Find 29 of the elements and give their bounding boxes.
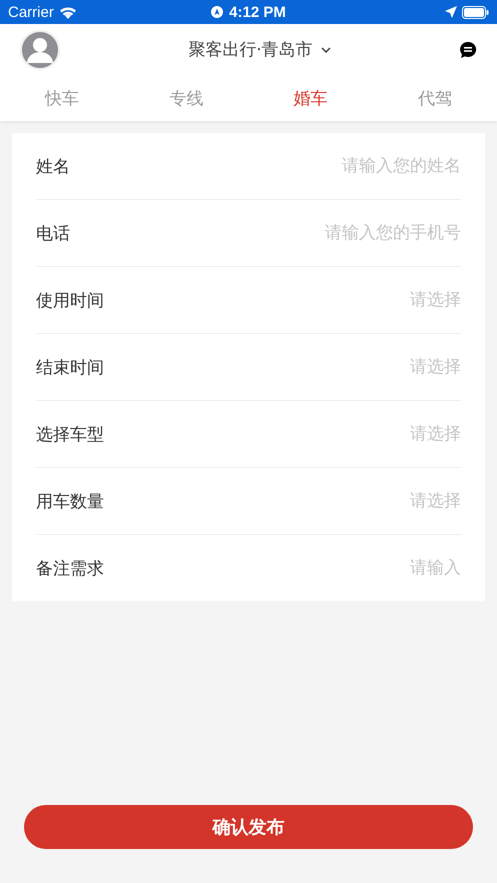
input-field[interactable]: 请输入您的姓名 [241,156,461,176]
avatar-icon[interactable] [20,30,60,70]
status-time: 4:12 PM [229,4,286,20]
field-label: 备注需求 [36,558,104,580]
input-field[interactable]: 请选择 [241,290,461,310]
wifi-icon [58,6,77,18]
field-label: 姓名 [36,156,70,178]
city-selector[interactable]: 聚客出行·青岛市 [188,38,331,61]
input-field[interactable]: 请选择 [241,491,461,511]
location-arrow-icon [445,6,457,18]
location-badge-icon [211,6,224,18]
field-label: 电话 [36,222,70,244]
battery-icon [462,6,489,18]
input-field[interactable]: 请输入 [241,558,461,578]
service-tab[interactable]: 专线 [124,75,248,121]
input-field[interactable]: 请选择 [241,424,461,444]
service-tab[interactable]: 代驾 [372,75,497,121]
field-label: 使用时间 [36,290,104,312]
message-icon[interactable] [459,40,477,58]
submit-button[interactable]: 确认发布 [24,805,473,849]
chevron-down-icon [320,46,331,52]
service-tab[interactable]: 快车 [0,75,124,121]
input-field[interactable]: 请输入您的手机号 [241,223,461,243]
carrier-label: Carrier [8,4,54,20]
field-label: 用车数量 [36,490,104,512]
input-field[interactable]: 请选择 [241,357,461,377]
service-tab[interactable]: 婚车 [248,75,373,121]
field-label: 选择车型 [36,424,104,446]
field-label: 结束时间 [36,356,104,378]
